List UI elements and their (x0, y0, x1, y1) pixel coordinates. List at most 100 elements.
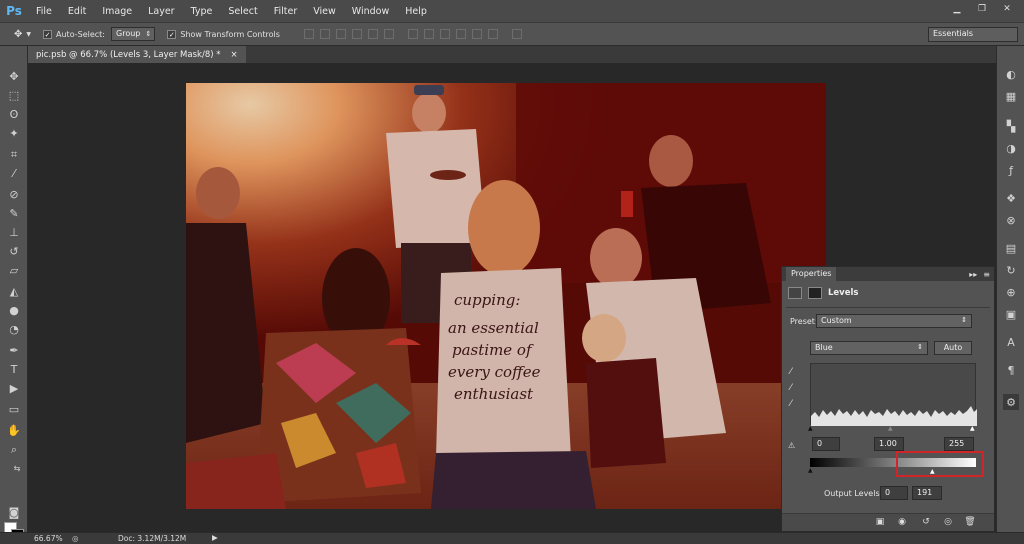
auto-align-icon[interactable] (511, 29, 522, 39)
white-input-slider[interactable]: ▲ (970, 425, 975, 432)
distribute-hcenter-icon[interactable] (471, 29, 482, 39)
paint-bucket-icon[interactable]: ◭ (5, 283, 23, 300)
move-tool-icon[interactable]: ✥ (5, 68, 23, 85)
input-black-field[interactable]: 0 (812, 437, 840, 451)
status-info-icon[interactable]: ◎ (72, 534, 79, 543)
menu-select[interactable]: Select (220, 6, 265, 17)
properties-tab[interactable]: Properties (786, 267, 837, 281)
output-black-field[interactable]: 0 (880, 486, 908, 500)
menu-edit[interactable]: Edit (60, 6, 94, 17)
output-white-field[interactable]: 191 (912, 486, 942, 500)
lasso-tool-icon[interactable]: ʘ (5, 106, 23, 123)
view-previous-icon[interactable]: ◉ (896, 517, 908, 528)
workspace-dropdown[interactable]: Essentials (928, 27, 1018, 42)
gray-eyedropper-icon[interactable]: ⁄ (790, 383, 792, 393)
document-image[interactable]: cupping: an essential pastime of every c… (186, 83, 826, 509)
align-vcenter-icon[interactable] (319, 29, 330, 39)
input-gamma-field[interactable]: 1.00 (874, 437, 904, 451)
type-tool-icon[interactable]: T (5, 361, 23, 378)
status-menu-arrow-icon[interactable]: ▶ (212, 533, 218, 542)
pen-tool-icon[interactable]: ✒ (5, 342, 23, 359)
menu-type[interactable]: Type (183, 6, 221, 17)
dodge-tool-icon[interactable]: ◔ (5, 321, 23, 338)
distribute-bottom-icon[interactable] (439, 29, 450, 39)
clip-to-layer-icon[interactable]: ▣ (874, 517, 886, 528)
reset-icon[interactable]: ↺ (920, 517, 932, 528)
layer-mask-icon[interactable] (808, 287, 822, 299)
brush-panel-icon[interactable]: ▣ (1003, 306, 1019, 322)
distribute-right-icon[interactable] (487, 29, 498, 39)
crop-tool-icon[interactable]: ⌗ (5, 146, 23, 163)
restore-icon[interactable]: ❐ (971, 2, 993, 16)
align-top-icon[interactable] (303, 29, 314, 39)
distribute-vcenter-icon[interactable] (423, 29, 434, 39)
align-left-icon[interactable] (351, 29, 362, 39)
menu-filter[interactable]: Filter (266, 6, 306, 17)
hand-tool-icon[interactable]: ✋ (5, 422, 23, 439)
align-hcenter-icon[interactable] (367, 29, 378, 39)
rectangle-tool-icon[interactable]: ▭ (5, 401, 23, 418)
path-selection-icon[interactable]: ▶ (5, 380, 23, 397)
move-tool-preset[interactable]: ✥ ▼ (14, 29, 31, 40)
swatches-panel-icon[interactable]: ▦ (1003, 88, 1019, 104)
menu-layer[interactable]: Layer (140, 6, 183, 17)
character-panel-icon[interactable]: A (1003, 334, 1019, 350)
delete-trash-icon[interactable]: 🗑 (964, 517, 976, 528)
swap-colors-icon[interactable]: ⇆ (12, 460, 22, 477)
channel-dropdown[interactable]: Blue (810, 341, 928, 355)
menu-view[interactable]: View (305, 6, 344, 17)
history-brush-icon[interactable]: ↺ (5, 243, 23, 260)
channels-panel-icon[interactable]: ⊗ (1003, 212, 1019, 228)
layers-panel-icon[interactable]: ❖ (1003, 190, 1019, 206)
marquee-tool-icon[interactable]: ⬚ (5, 87, 23, 104)
auto-select-checkbox[interactable]: ✓ (43, 29, 53, 39)
highlight-box (896, 451, 984, 477)
close-icon[interactable]: ✕ (996, 2, 1018, 16)
menu-file[interactable]: File (28, 6, 60, 17)
eyedropper-tool-icon[interactable]: ⁄ (5, 165, 23, 182)
clone-stamp-icon[interactable]: ⊥ (5, 224, 23, 241)
styles-panel-icon[interactable]: ◑ (1003, 140, 1019, 156)
adjustments-panel-icon[interactable]: ▚ (1003, 118, 1019, 134)
auto-select-dropdown[interactable]: Group (111, 27, 156, 41)
gamma-input-slider[interactable]: ▲ (888, 425, 893, 432)
input-white-field[interactable]: 255 (944, 437, 974, 451)
preset-dropdown[interactable]: Custom (816, 314, 972, 328)
menu-window[interactable]: Window (344, 6, 397, 17)
clipping-warning-icon[interactable]: ⚠ (788, 441, 795, 450)
paths-panel-icon[interactable]: ƒ (1003, 162, 1019, 178)
history-panel-icon[interactable]: ▤ (1003, 240, 1019, 256)
actions-panel-icon[interactable]: ↻ (1003, 262, 1019, 278)
menu-help[interactable]: Help (397, 6, 435, 17)
color-panel-icon[interactable]: ◐ (1003, 66, 1019, 82)
document-tab[interactable]: pic.psb @ 66.7% (Levels 3, Layer Mask/8)… (28, 46, 246, 63)
align-bottom-icon[interactable] (335, 29, 346, 39)
zoom-level[interactable]: 66.67% (34, 534, 63, 543)
eraser-tool-icon[interactable]: ▱ (5, 262, 23, 279)
panel-menu-icon[interactable]: ≡ (983, 270, 990, 279)
black-input-slider[interactable]: ▲ (808, 425, 813, 432)
levels-adjustment-icon[interactable] (788, 287, 802, 299)
collapse-panel-icon[interactable]: ▸▸ (969, 270, 977, 279)
output-black-slider[interactable]: ▲ (808, 467, 813, 474)
magic-wand-icon[interactable]: ✦ (5, 125, 23, 142)
distribute-top-icon[interactable] (407, 29, 418, 39)
quick-mask-icon[interactable]: ◙ (5, 504, 23, 521)
healing-brush-icon[interactable]: ⊘ (5, 186, 23, 203)
black-eyedropper-icon[interactable]: ⁄ (790, 367, 792, 377)
white-eyedropper-icon[interactable]: ⁄ (790, 399, 792, 409)
properties-panel-icon[interactable]: ⚙ (1003, 394, 1019, 410)
menu-image[interactable]: Image (94, 6, 140, 17)
zoom-tool-icon[interactable]: ⌕ (5, 441, 23, 458)
brush-tool-icon[interactable]: ✎ (5, 205, 23, 222)
info-panel-icon[interactable]: ⊕ (1003, 284, 1019, 300)
align-right-icon[interactable] (383, 29, 394, 39)
blur-tool-icon[interactable]: ● (5, 302, 23, 319)
minimize-icon[interactable]: ▁ (946, 2, 968, 16)
visibility-eye-icon[interactable]: ◎ (942, 517, 954, 528)
show-transform-checkbox[interactable]: ✓ (167, 29, 177, 39)
distribute-left-icon[interactable] (455, 29, 466, 39)
close-tab-icon[interactable]: × (231, 50, 238, 60)
auto-button[interactable]: Auto (934, 341, 972, 355)
paragraph-panel-icon[interactable]: ¶ (1003, 362, 1019, 378)
